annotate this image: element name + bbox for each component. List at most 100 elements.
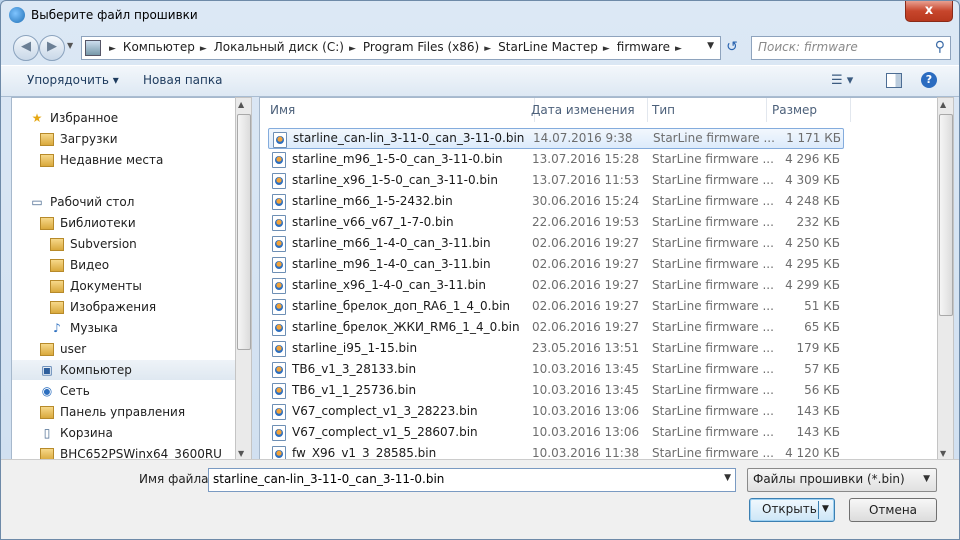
file-type-dropdown-icon[interactable]: ▼: [923, 474, 930, 484]
file-type-select[interactable]: Файлы прошивки (*.bin) ▼: [747, 468, 937, 492]
scrollbar-thumb[interactable]: [237, 114, 251, 350]
sidebar-item[interactable]: Изображения: [12, 297, 236, 317]
sidebar-item[interactable]: ★ Избранное: [12, 108, 236, 128]
sidebar-item[interactable]: ♪ Музыка: [12, 318, 236, 338]
file-name: starline_x96_1-5-0_can_3-11-0.bin: [292, 173, 498, 187]
scroll-up-icon[interactable]: ▲: [940, 100, 946, 109]
sidebar-item-label: Музыка: [70, 321, 118, 335]
firmware-file-icon: [272, 362, 286, 378]
sidebar-item[interactable]: Документы: [12, 276, 236, 296]
file-row[interactable]: starline_v66_v67_1-7-0.bin 22.06.2016 19:…: [268, 212, 842, 233]
navigation-scrollbar[interactable]: ▲ ▼: [235, 97, 252, 461]
file-row[interactable]: starline_брелок_ЖКИ_RM6_1_4_0.bin 02.06.2…: [268, 317, 842, 338]
organize-button[interactable]: Упорядочить ▾: [27, 73, 119, 87]
file-row[interactable]: starline_m96_1-4-0_can_3-11.bin 02.06.201…: [268, 254, 842, 275]
sidebar-item[interactable]: Недавние места: [12, 150, 236, 170]
sidebar-item-label: Загрузки: [60, 132, 118, 146]
refresh-icon[interactable]: ↺: [721, 36, 743, 58]
file-row[interactable]: starline_i95_1-15.bin 23.05.2016 13:51 Sta…: [268, 338, 842, 359]
file-size: 4 250 КБ: [785, 236, 840, 250]
preview-pane-icon[interactable]: [886, 73, 902, 88]
sidebar-item[interactable]: Subversion: [12, 234, 236, 254]
file-type: StarLine firmware ...: [652, 362, 774, 376]
sidebar-item[interactable]: ◉ Сеть: [12, 381, 236, 401]
sidebar-item[interactable]: Загрузки: [12, 129, 236, 149]
file-row[interactable]: TB6_v1_1_25736.bin 10.03.2016 13:45 StarLi…: [268, 380, 842, 401]
column-header-size[interactable]: Размер: [766, 98, 851, 122]
file-name: V67_complect_v1_3_28223.bin: [292, 404, 478, 418]
file-row[interactable]: TB6_v1_3_28133.bin 10.03.2016 13:45 StarLi…: [268, 359, 842, 380]
file-type: StarLine firmware ...: [652, 257, 774, 271]
dialog-footer: Имя файла: ▼ Файлы прошивки (*.bin) ▼ От…: [1, 459, 959, 539]
filename-dropdown-icon[interactable]: ▼: [724, 473, 731, 483]
column-header-type[interactable]: Тип: [646, 98, 767, 122]
file-name: starline_m66_1-4-0_can_3-11.bin: [292, 236, 491, 250]
file-date: 02.06.2016 19:27: [532, 320, 640, 334]
file-row[interactable]: starline_x96_1-4-0_can_3-11.bin 02.06.201…: [268, 275, 842, 296]
recent-pages-dropdown-icon[interactable]: ▼: [67, 41, 73, 50]
firmware-file-icon: [272, 425, 286, 441]
open-button[interactable]: Открыть ▼: [749, 498, 835, 522]
libraries-icon: [40, 217, 54, 230]
file-name: starline_i95_1-15.bin: [292, 341, 418, 355]
file-row[interactable]: V67_complect_v1_3_28223.bin 10.03.2016 13…: [268, 401, 842, 422]
forward-button[interactable]: ▶: [39, 35, 65, 61]
sidebar-item[interactable]: ▣ Компьютер: [12, 360, 236, 380]
file-list-scrollbar[interactable]: ▲ ▼: [937, 97, 954, 461]
address-history-dropdown-icon[interactable]: ▼: [707, 41, 714, 51]
breadcrumb-separator-icon[interactable]: ►: [109, 44, 116, 54]
breadcrumb-separator-icon[interactable]: ►: [349, 44, 356, 54]
change-view-icon[interactable]: ☰ ▾: [831, 73, 853, 88]
sidebar-item[interactable]: user: [12, 339, 236, 359]
sidebar-item[interactable]: Библиотеки: [12, 213, 236, 233]
new-folder-button[interactable]: Новая папка: [143, 73, 222, 87]
search-input[interactable]: [758, 40, 928, 54]
breadcrumb-computer[interactable]: Компьютер: [123, 40, 195, 54]
file-row[interactable]: starline_брелок_доп_RA6_1_4_0.bin 02.06.2…: [268, 296, 842, 317]
file-type: StarLine firmware ...: [652, 278, 774, 292]
sidebar-item[interactable]: Панель управления: [12, 402, 236, 422]
column-header-name[interactable]: Имя: [260, 98, 535, 122]
file-name: starline_m66_1-5-2432.bin: [292, 194, 453, 208]
breadcrumb-separator-icon[interactable]: ►: [603, 44, 610, 54]
column-header-date[interactable]: Дата изменения: [525, 98, 648, 122]
file-row[interactable]: starline_x96_1-5-0_can_3-11-0.bin 13.07.2…: [268, 170, 842, 191]
breadcrumb-separator-icon[interactable]: ►: [675, 44, 682, 54]
scroll-down-icon[interactable]: ▼: [940, 449, 946, 458]
breadcrumb-separator-icon[interactable]: ►: [200, 44, 207, 54]
sidebar-item[interactable]: ▭ Рабочий стол: [12, 192, 236, 212]
firmware-file-icon: [272, 236, 286, 252]
file-row[interactable]: V67_complect_v1_5_28607.bin 10.03.2016 13…: [268, 422, 842, 443]
file-row[interactable]: starline_m66_1-5-2432.bin 30.06.2016 15:2…: [268, 191, 842, 212]
filename-input[interactable]: [213, 472, 703, 486]
sidebar-item[interactable]: Видео: [12, 255, 236, 275]
breadcrumb-local-disk[interactable]: Локальный диск (C:): [214, 40, 344, 54]
scroll-up-icon[interactable]: ▲: [238, 100, 244, 109]
file-row[interactable]: starline_can-lin_3-11-0_can_3-11-0.bin 14…: [268, 128, 844, 149]
sidebar-item[interactable]: ▯ Корзина: [12, 423, 236, 443]
sidebar-item-label: Библиотеки: [60, 216, 136, 230]
file-type: StarLine firmware ...: [652, 341, 774, 355]
cancel-button[interactable]: Отмена: [849, 498, 937, 522]
file-type-label: Файлы прошивки (*.bin): [753, 472, 905, 486]
file-type: StarLine firmware ...: [652, 299, 774, 313]
open-button-label: Открыть: [762, 502, 817, 516]
file-row[interactable]: starline_m66_1-4-0_can_3-11.bin 02.06.201…: [268, 233, 842, 254]
computer-address-icon: [85, 40, 101, 56]
scroll-down-icon[interactable]: ▼: [238, 449, 244, 458]
breadcrumb-starline-master[interactable]: StarLine Мастер: [498, 40, 598, 54]
sidebar-item-label: Избранное: [50, 111, 119, 125]
help-icon[interactable]: ?: [921, 72, 937, 88]
breadcrumb-program-files[interactable]: Program Files (x86): [363, 40, 479, 54]
scrollbar-thumb[interactable]: [939, 114, 953, 316]
open-options-dropdown-icon[interactable]: ▼: [822, 504, 829, 514]
file-name: starline_x96_1-4-0_can_3-11.bin: [292, 278, 486, 292]
close-button[interactable]: x: [905, 1, 953, 22]
file-date: 30.06.2016 15:24: [532, 194, 640, 208]
breadcrumb-separator-icon[interactable]: ►: [484, 44, 491, 54]
address-bar[interactable]: ► Компьютер ► Локальный диск (C:) ► Program F…: [81, 36, 721, 60]
back-button[interactable]: ◀: [13, 35, 39, 61]
breadcrumb-firmware[interactable]: firmware: [617, 40, 670, 54]
file-row[interactable]: starline_m96_1-5-0_can_3-11-0.bin 13.07.2…: [268, 149, 842, 170]
search-icon[interactable]: ⚲: [935, 39, 945, 55]
